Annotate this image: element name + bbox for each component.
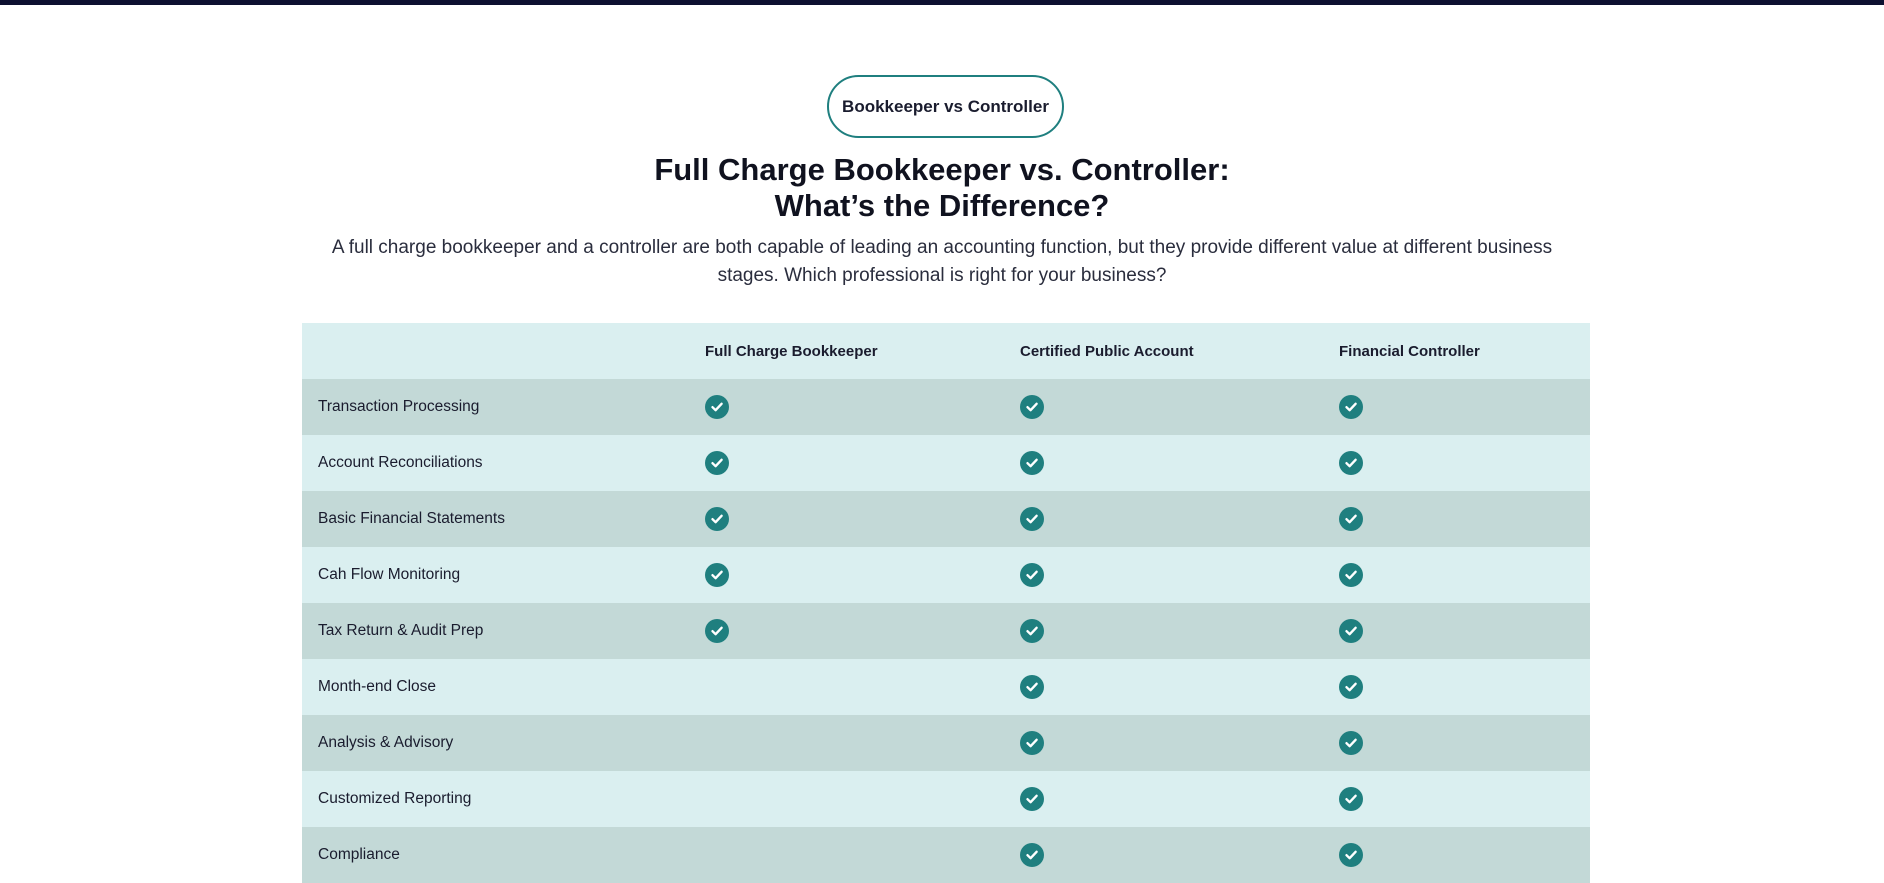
row-label: Account Reconciliations [318,454,483,471]
cell-bookkeeper [705,659,1005,715]
check-circle-icon [705,507,729,531]
comparison-table: Full Charge Bookkeeper Certified Public … [302,323,1590,883]
table-row: Transaction Processing [302,379,1590,435]
cell-bookkeeper [705,491,1005,547]
top-bar [0,0,1884,5]
cell-bookkeeper [705,715,1005,771]
check-circle-icon [1339,731,1363,755]
table-row: Customized Reporting [302,771,1590,827]
cell-cpa [1020,603,1320,659]
table-row: Cah Flow Monitoring [302,547,1590,603]
page-title: Full Charge Bookkeeper vs. Controller: W… [442,152,1442,224]
page-subtitle: A full charge bookkeeper and a controlle… [331,237,1553,286]
row-label: Basic Financial Statements [318,510,505,527]
table-row: Account Reconciliations [302,435,1590,491]
table-row: Tax Return & Audit Prep [302,603,1590,659]
cell-controller [1339,659,1579,715]
row-label: Transaction Processing [318,398,480,415]
column-header-cpa: Certified Public Account [1020,342,1194,360]
check-circle-icon [1020,787,1044,811]
cell-bookkeeper [705,547,1005,603]
column-header-controller: Financial Controller [1339,342,1480,360]
check-circle-icon [1339,843,1363,867]
table-header-row: Full Charge Bookkeeper Certified Public … [302,323,1590,379]
check-circle-icon [1020,843,1044,867]
column-header-feature [318,323,698,379]
row-label: Compliance [318,846,400,863]
check-circle-icon [1339,507,1363,531]
cell-controller [1339,715,1579,771]
row-label: Tax Return & Audit Prep [318,622,484,639]
page-title-line-2: What’s the Difference? [774,188,1110,223]
cell-controller [1339,547,1579,603]
check-circle-icon [1020,395,1044,419]
check-circle-icon [1020,675,1044,699]
check-circle-icon [1020,563,1044,587]
cell-bookkeeper [705,379,1005,435]
cell-cpa [1020,435,1320,491]
table-row: Compliance [302,827,1590,883]
check-circle-icon [1339,451,1363,475]
cell-cpa [1020,659,1320,715]
row-label: Analysis & Advisory [318,734,454,751]
check-circle-icon [1339,675,1363,699]
cell-controller [1339,379,1579,435]
table-row: Month-end Close [302,659,1590,715]
column-header-bookkeeper: Full Charge Bookkeeper [705,342,878,360]
check-circle-icon [1020,507,1044,531]
cell-cpa [1020,547,1320,603]
check-circle-icon [705,563,729,587]
check-circle-icon [1339,395,1363,419]
section-badge-label: Bookkeeper vs Controller [842,96,1049,116]
cell-bookkeeper [705,771,1005,827]
cell-controller [1339,827,1579,883]
page-title-line-1: Full Charge Bookkeeper vs. Controller: [654,152,1230,187]
row-label: Month-end Close [318,678,437,695]
check-circle-icon [1020,451,1044,475]
cell-bookkeeper [705,603,1005,659]
cell-cpa [1020,379,1320,435]
check-circle-icon [705,451,729,475]
row-label: Customized Reporting [318,790,472,807]
check-circle-icon [1020,619,1044,643]
section-badge: Bookkeeper vs Controller [827,75,1064,138]
table-row: Basic Financial Statements [302,491,1590,547]
check-circle-icon [1020,731,1044,755]
cell-controller [1339,771,1579,827]
cell-controller [1339,435,1579,491]
table-row: Analysis & Advisory [302,715,1590,771]
cell-cpa [1020,771,1320,827]
check-circle-icon [1339,787,1363,811]
check-circle-icon [705,619,729,643]
cell-cpa [1020,715,1320,771]
cell-bookkeeper [705,827,1005,883]
check-circle-icon [1339,619,1363,643]
cell-cpa [1020,827,1320,883]
row-label: Cah Flow Monitoring [318,566,461,583]
cell-controller [1339,603,1579,659]
cell-bookkeeper [705,435,1005,491]
check-circle-icon [1339,563,1363,587]
cell-controller [1339,491,1579,547]
check-circle-icon [705,395,729,419]
cell-cpa [1020,491,1320,547]
